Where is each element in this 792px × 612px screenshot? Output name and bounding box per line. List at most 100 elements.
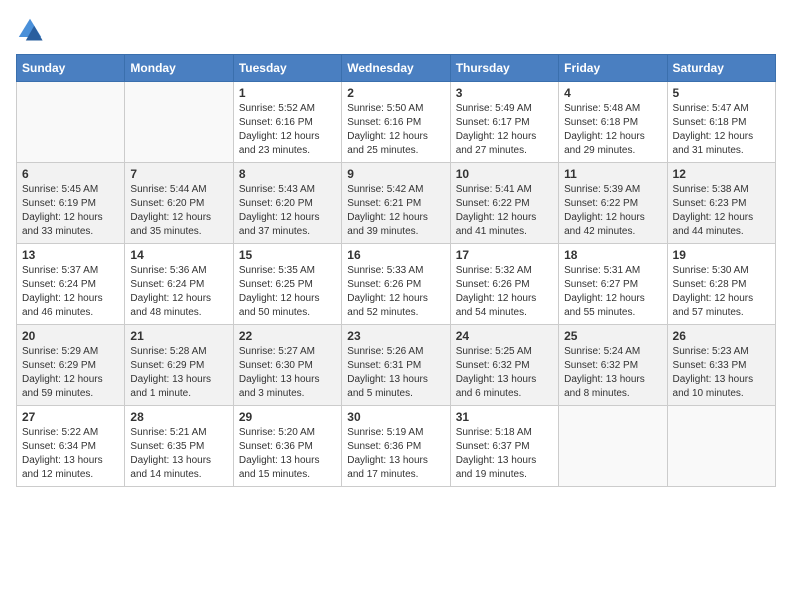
- day-cell: 5 Sunrise: 5:47 AM Sunset: 6:18 PM Daylig…: [667, 82, 775, 163]
- day-cell: 9Sunrise: 5:42 AM Sunset: 6:21 PM Daylig…: [342, 163, 450, 244]
- day-number: 31: [456, 410, 553, 424]
- day-info: Sunrise: 5:52 AM Sunset: 6:16 PM Dayligh…: [239, 102, 336, 158]
- day-info: Sunrise: 5:26 AM Sunset: 6:31 PM Dayligh…: [347, 345, 444, 401]
- day-cell: [559, 406, 667, 487]
- logo-icon: [16, 16, 44, 44]
- page-header: [16, 16, 776, 44]
- day-info: Sunrise: 5:28 AM Sunset: 6:29 PM Dayligh…: [130, 345, 227, 401]
- day-info: Sunrise: 5:33 AM Sunset: 6:26 PM Dayligh…: [347, 264, 444, 320]
- week-row-5: 27Sunrise: 5:22 AM Sunset: 6:34 PM Dayli…: [17, 406, 776, 487]
- day-number: 10: [456, 167, 553, 181]
- day-cell: 2 Sunrise: 5:50 AM Sunset: 6:16 PM Daylig…: [342, 82, 450, 163]
- day-cell: 14 Sunrise: 5:36 AM Sunset: 6:24 PM Dayli…: [125, 244, 233, 325]
- day-cell: 16 Sunrise: 5:33 AM Sunset: 6:26 PM Dayli…: [342, 244, 450, 325]
- week-row-3: 13 Sunrise: 5:37 AM Sunset: 6:24 PM Dayli…: [17, 244, 776, 325]
- day-cell: 30Sunrise: 5:19 AM Sunset: 6:36 PM Dayli…: [342, 406, 450, 487]
- logo: [16, 16, 50, 44]
- day-cell: 19 Sunrise: 5:30 AM Sunset: 6:28 PM Dayli…: [667, 244, 775, 325]
- day-number: 28: [130, 410, 227, 424]
- day-info: Sunrise: 5:36 AM Sunset: 6:24 PM Dayligh…: [130, 264, 227, 320]
- day-info: Sunrise: 5:50 AM Sunset: 6:16 PM Dayligh…: [347, 102, 444, 158]
- day-info: Sunrise: 5:22 AM Sunset: 6:34 PM Dayligh…: [22, 426, 119, 482]
- day-number: 2: [347, 86, 444, 100]
- day-number: 20: [22, 329, 119, 343]
- column-header-tuesday: Tuesday: [233, 55, 341, 82]
- day-cell: 31 Sunrise: 5:18 AM Sunset: 6:37 PM Dayli…: [450, 406, 558, 487]
- day-cell: 25 Sunrise: 5:24 AM Sunset: 6:32 PM Dayli…: [559, 325, 667, 406]
- day-cell: 13 Sunrise: 5:37 AM Sunset: 6:24 PM Dayli…: [17, 244, 125, 325]
- day-info: Sunrise: 5:30 AM Sunset: 6:28 PM Dayligh…: [673, 264, 770, 320]
- day-number: 18: [564, 248, 661, 262]
- day-number: 24: [456, 329, 553, 343]
- day-cell: 27Sunrise: 5:22 AM Sunset: 6:34 PM Dayli…: [17, 406, 125, 487]
- day-number: 9: [347, 167, 444, 181]
- day-cell: 23Sunrise: 5:26 AM Sunset: 6:31 PM Dayli…: [342, 325, 450, 406]
- day-number: 12: [673, 167, 770, 181]
- column-header-thursday: Thursday: [450, 55, 558, 82]
- header-row: SundayMondayTuesdayWednesdayThursdayFrid…: [17, 55, 776, 82]
- day-number: 25: [564, 329, 661, 343]
- week-row-1: 1Sunrise: 5:52 AM Sunset: 6:16 PM Daylig…: [17, 82, 776, 163]
- day-number: 21: [130, 329, 227, 343]
- day-cell: 1Sunrise: 5:52 AM Sunset: 6:16 PM Daylig…: [233, 82, 341, 163]
- day-cell: [667, 406, 775, 487]
- day-info: Sunrise: 5:25 AM Sunset: 6:32 PM Dayligh…: [456, 345, 553, 401]
- day-number: 5: [673, 86, 770, 100]
- day-info: Sunrise: 5:19 AM Sunset: 6:36 PM Dayligh…: [347, 426, 444, 482]
- day-number: 13: [22, 248, 119, 262]
- day-info: Sunrise: 5:49 AM Sunset: 6:17 PM Dayligh…: [456, 102, 553, 158]
- day-number: 16: [347, 248, 444, 262]
- day-number: 17: [456, 248, 553, 262]
- day-number: 22: [239, 329, 336, 343]
- day-cell: 17 Sunrise: 5:32 AM Sunset: 6:26 PM Dayli…: [450, 244, 558, 325]
- day-info: Sunrise: 5:27 AM Sunset: 6:30 PM Dayligh…: [239, 345, 336, 401]
- day-info: Sunrise: 5:44 AM Sunset: 6:20 PM Dayligh…: [130, 183, 227, 239]
- day-number: 4: [564, 86, 661, 100]
- day-info: Sunrise: 5:43 AM Sunset: 6:20 PM Dayligh…: [239, 183, 336, 239]
- column-header-monday: Monday: [125, 55, 233, 82]
- day-info: Sunrise: 5:18 AM Sunset: 6:37 PM Dayligh…: [456, 426, 553, 482]
- day-cell: 12 Sunrise: 5:38 AM Sunset: 6:23 PM Dayli…: [667, 163, 775, 244]
- day-info: Sunrise: 5:45 AM Sunset: 6:19 PM Dayligh…: [22, 183, 119, 239]
- day-cell: 24 Sunrise: 5:25 AM Sunset: 6:32 PM Dayli…: [450, 325, 558, 406]
- week-row-2: 6 Sunrise: 5:45 AM Sunset: 6:19 PM Daylig…: [17, 163, 776, 244]
- day-info: Sunrise: 5:35 AM Sunset: 6:25 PM Dayligh…: [239, 264, 336, 320]
- day-info: Sunrise: 5:21 AM Sunset: 6:35 PM Dayligh…: [130, 426, 227, 482]
- day-number: 26: [673, 329, 770, 343]
- day-number: 15: [239, 248, 336, 262]
- day-info: Sunrise: 5:37 AM Sunset: 6:24 PM Dayligh…: [22, 264, 119, 320]
- day-number: 19: [673, 248, 770, 262]
- day-info: Sunrise: 5:48 AM Sunset: 6:18 PM Dayligh…: [564, 102, 661, 158]
- day-info: Sunrise: 5:31 AM Sunset: 6:27 PM Dayligh…: [564, 264, 661, 320]
- day-cell: [17, 82, 125, 163]
- day-cell: 21 Sunrise: 5:28 AM Sunset: 6:29 PM Dayli…: [125, 325, 233, 406]
- week-row-4: 20 Sunrise: 5:29 AM Sunset: 6:29 PM Dayli…: [17, 325, 776, 406]
- day-cell: 10 Sunrise: 5:41 AM Sunset: 6:22 PM Dayli…: [450, 163, 558, 244]
- day-cell: 28 Sunrise: 5:21 AM Sunset: 6:35 PM Dayli…: [125, 406, 233, 487]
- day-info: Sunrise: 5:38 AM Sunset: 6:23 PM Dayligh…: [673, 183, 770, 239]
- day-cell: 8 Sunrise: 5:43 AM Sunset: 6:20 PM Daylig…: [233, 163, 341, 244]
- day-cell: 6 Sunrise: 5:45 AM Sunset: 6:19 PM Daylig…: [17, 163, 125, 244]
- day-cell: 15 Sunrise: 5:35 AM Sunset: 6:25 PM Dayli…: [233, 244, 341, 325]
- day-info: Sunrise: 5:32 AM Sunset: 6:26 PM Dayligh…: [456, 264, 553, 320]
- day-number: 7: [130, 167, 227, 181]
- day-info: Sunrise: 5:24 AM Sunset: 6:32 PM Dayligh…: [564, 345, 661, 401]
- day-info: Sunrise: 5:47 AM Sunset: 6:18 PM Dayligh…: [673, 102, 770, 158]
- day-number: 6: [22, 167, 119, 181]
- day-cell: 11 Sunrise: 5:39 AM Sunset: 6:22 PM Dayli…: [559, 163, 667, 244]
- day-cell: 26 Sunrise: 5:23 AM Sunset: 6:33 PM Dayli…: [667, 325, 775, 406]
- day-number: 8: [239, 167, 336, 181]
- day-cell: 18 Sunrise: 5:31 AM Sunset: 6:27 PM Dayli…: [559, 244, 667, 325]
- day-info: Sunrise: 5:20 AM Sunset: 6:36 PM Dayligh…: [239, 426, 336, 482]
- day-info: Sunrise: 5:23 AM Sunset: 6:33 PM Dayligh…: [673, 345, 770, 401]
- day-number: 3: [456, 86, 553, 100]
- day-number: 29: [239, 410, 336, 424]
- day-number: 11: [564, 167, 661, 181]
- day-info: Sunrise: 5:39 AM Sunset: 6:22 PM Dayligh…: [564, 183, 661, 239]
- day-cell: [125, 82, 233, 163]
- day-number: 14: [130, 248, 227, 262]
- day-info: Sunrise: 5:29 AM Sunset: 6:29 PM Dayligh…: [22, 345, 119, 401]
- day-cell: 29 Sunrise: 5:20 AM Sunset: 6:36 PM Dayli…: [233, 406, 341, 487]
- day-cell: 7 Sunrise: 5:44 AM Sunset: 6:20 PM Daylig…: [125, 163, 233, 244]
- day-info: Sunrise: 5:41 AM Sunset: 6:22 PM Dayligh…: [456, 183, 553, 239]
